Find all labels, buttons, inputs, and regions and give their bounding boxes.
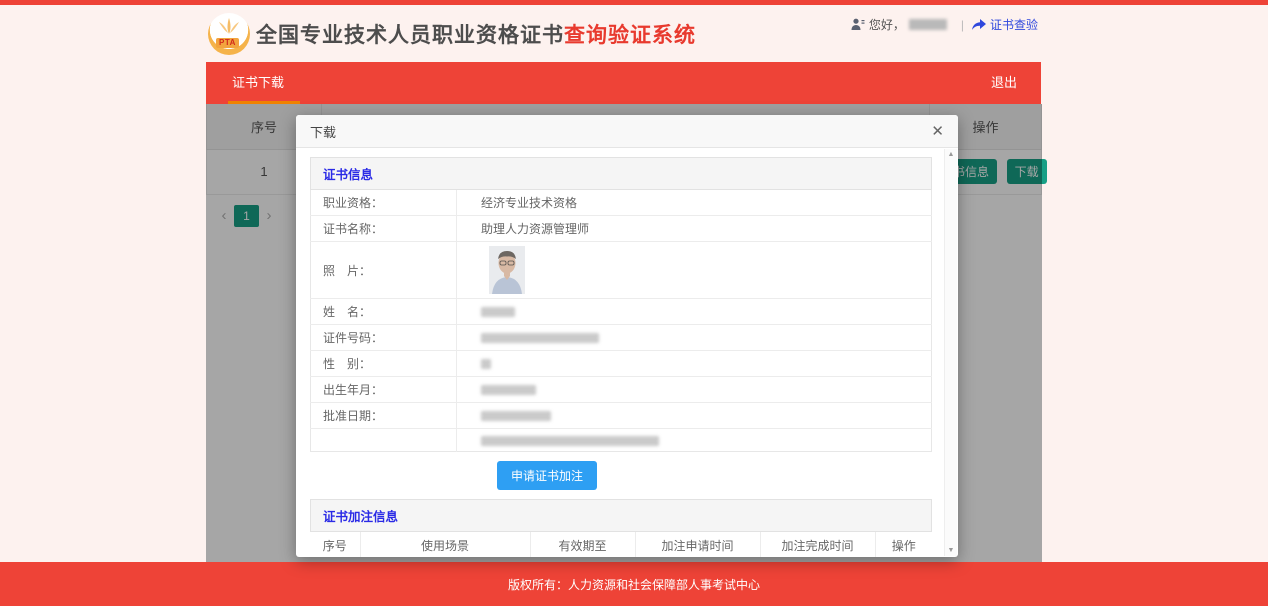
apply-annotation-button[interactable]: 申请证书加注	[497, 461, 597, 490]
brand-header: PTA 全国专业技术人员职业资格证书查询验证系统	[208, 13, 696, 55]
scroll-down-icon[interactable]: ▼	[948, 547, 955, 554]
info-row: 照 片：	[311, 242, 932, 299]
field-value: 助理人力资源管理师	[457, 216, 932, 242]
anno-col-scene: 使用场景	[360, 532, 530, 557]
redacted-name	[481, 307, 515, 317]
anno-col-complete-time: 加注完成时间	[760, 532, 875, 557]
separator: |	[961, 18, 964, 32]
page-title: 全国专业技术人员职业资格证书查询验证系统	[256, 19, 696, 49]
field-label: 批准日期：	[311, 403, 457, 429]
annotation-table: 序号 使用场景 有效期至 加注申请时间 加注完成时间 操作 1 本人调用 202…	[310, 532, 932, 557]
anno-col-valid-until: 有效期至	[530, 532, 635, 557]
share-arrow-icon	[972, 19, 986, 31]
info-row: 批准日期：	[311, 403, 932, 429]
cert-info-table: 职业资格： 经济专业技术资格 证书名称： 助理人力资源管理师 照 片：	[310, 190, 932, 452]
close-icon[interactable]: ✕	[931, 124, 944, 139]
modal-scrollbar[interactable]: ▲ ▼	[944, 149, 957, 556]
info-row: 姓 名：	[311, 299, 932, 325]
info-row	[311, 429, 932, 452]
modal-title: 下载	[310, 122, 336, 141]
logout-button[interactable]: 退出	[967, 62, 1041, 104]
field-label: 出生年月：	[311, 377, 457, 403]
tab-cert-download-label: 证书下载	[232, 75, 284, 90]
info-row: 性 别：	[311, 351, 932, 377]
info-row: 出生年月：	[311, 377, 932, 403]
user-info-bar: 您好， | 证书查验	[851, 16, 1038, 33]
anno-col-index: 序号	[310, 532, 360, 557]
modal-header: 下载 ✕	[296, 115, 958, 148]
copyright-text: 版权所有：人力资源和社会保障部人事考试中心	[508, 576, 760, 593]
redacted-username	[909, 19, 947, 30]
field-value-redacted	[457, 325, 932, 351]
field-value-redacted	[457, 351, 932, 377]
annotation-section-title: 证书加注信息	[310, 499, 932, 532]
field-label: 证件号码：	[311, 325, 457, 351]
field-value-redacted	[457, 377, 932, 403]
page-footer: 版权所有：人力资源和社会保障部人事考试中心	[0, 562, 1268, 606]
cert-info-section-title: 证书信息	[310, 157, 932, 190]
apply-button-row: 申请证书加注	[497, 461, 932, 490]
top-red-strip	[0, 0, 1268, 5]
logo-flame-icon	[215, 18, 243, 38]
logo-pta-text: PTA	[216, 38, 239, 48]
field-label: 照 片：	[311, 242, 457, 299]
greeting-text: 您好，	[869, 16, 905, 33]
field-value-redacted	[457, 403, 932, 429]
field-label: 姓 名：	[311, 299, 457, 325]
field-value-redacted	[457, 429, 932, 452]
field-label: 职业资格：	[311, 190, 457, 216]
anno-col-action: 操作	[875, 532, 932, 557]
redacted-birth-date	[481, 385, 536, 395]
download-modal: 下载 ✕ 证书信息 职业资格： 经济专业技术资格 证书名称： 助理人力资源管理师…	[296, 115, 958, 557]
pta-logo-icon: PTA	[208, 13, 250, 55]
tab-cert-download[interactable]: 证书下载	[206, 62, 310, 104]
main-navbar: 证书下载 退出	[206, 62, 1041, 104]
page-title-accent: 查询验证系统	[564, 24, 696, 47]
field-label	[311, 429, 457, 452]
modal-body: 证书信息 职业资格： 经济专业技术资格 证书名称： 助理人力资源管理师 照 片：	[296, 148, 958, 557]
info-row: 证书名称： 助理人力资源管理师	[311, 216, 932, 242]
field-label: 性 别：	[311, 351, 457, 377]
scroll-up-icon[interactable]: ▲	[948, 151, 955, 158]
page-title-main: 全国专业技术人员职业资格证书	[256, 24, 564, 47]
field-value-redacted	[457, 299, 932, 325]
field-label: 证书名称：	[311, 216, 457, 242]
cert-verify-link[interactable]: 证书查验	[972, 16, 1038, 33]
photo-cell	[457, 242, 932, 299]
anno-col-apply-time: 加注申请时间	[635, 532, 760, 557]
redacted-management-number	[481, 436, 659, 446]
portrait-photo	[489, 246, 525, 294]
redacted-id-number	[481, 333, 599, 343]
user-icon	[851, 18, 865, 31]
cert-verify-label: 证书查验	[990, 16, 1038, 33]
info-row: 职业资格： 经济专业技术资格	[311, 190, 932, 216]
redacted-approval-date	[481, 411, 551, 421]
redacted-gender	[481, 359, 491, 369]
field-value: 经济专业技术资格	[457, 190, 932, 216]
info-row: 证件号码：	[311, 325, 932, 351]
